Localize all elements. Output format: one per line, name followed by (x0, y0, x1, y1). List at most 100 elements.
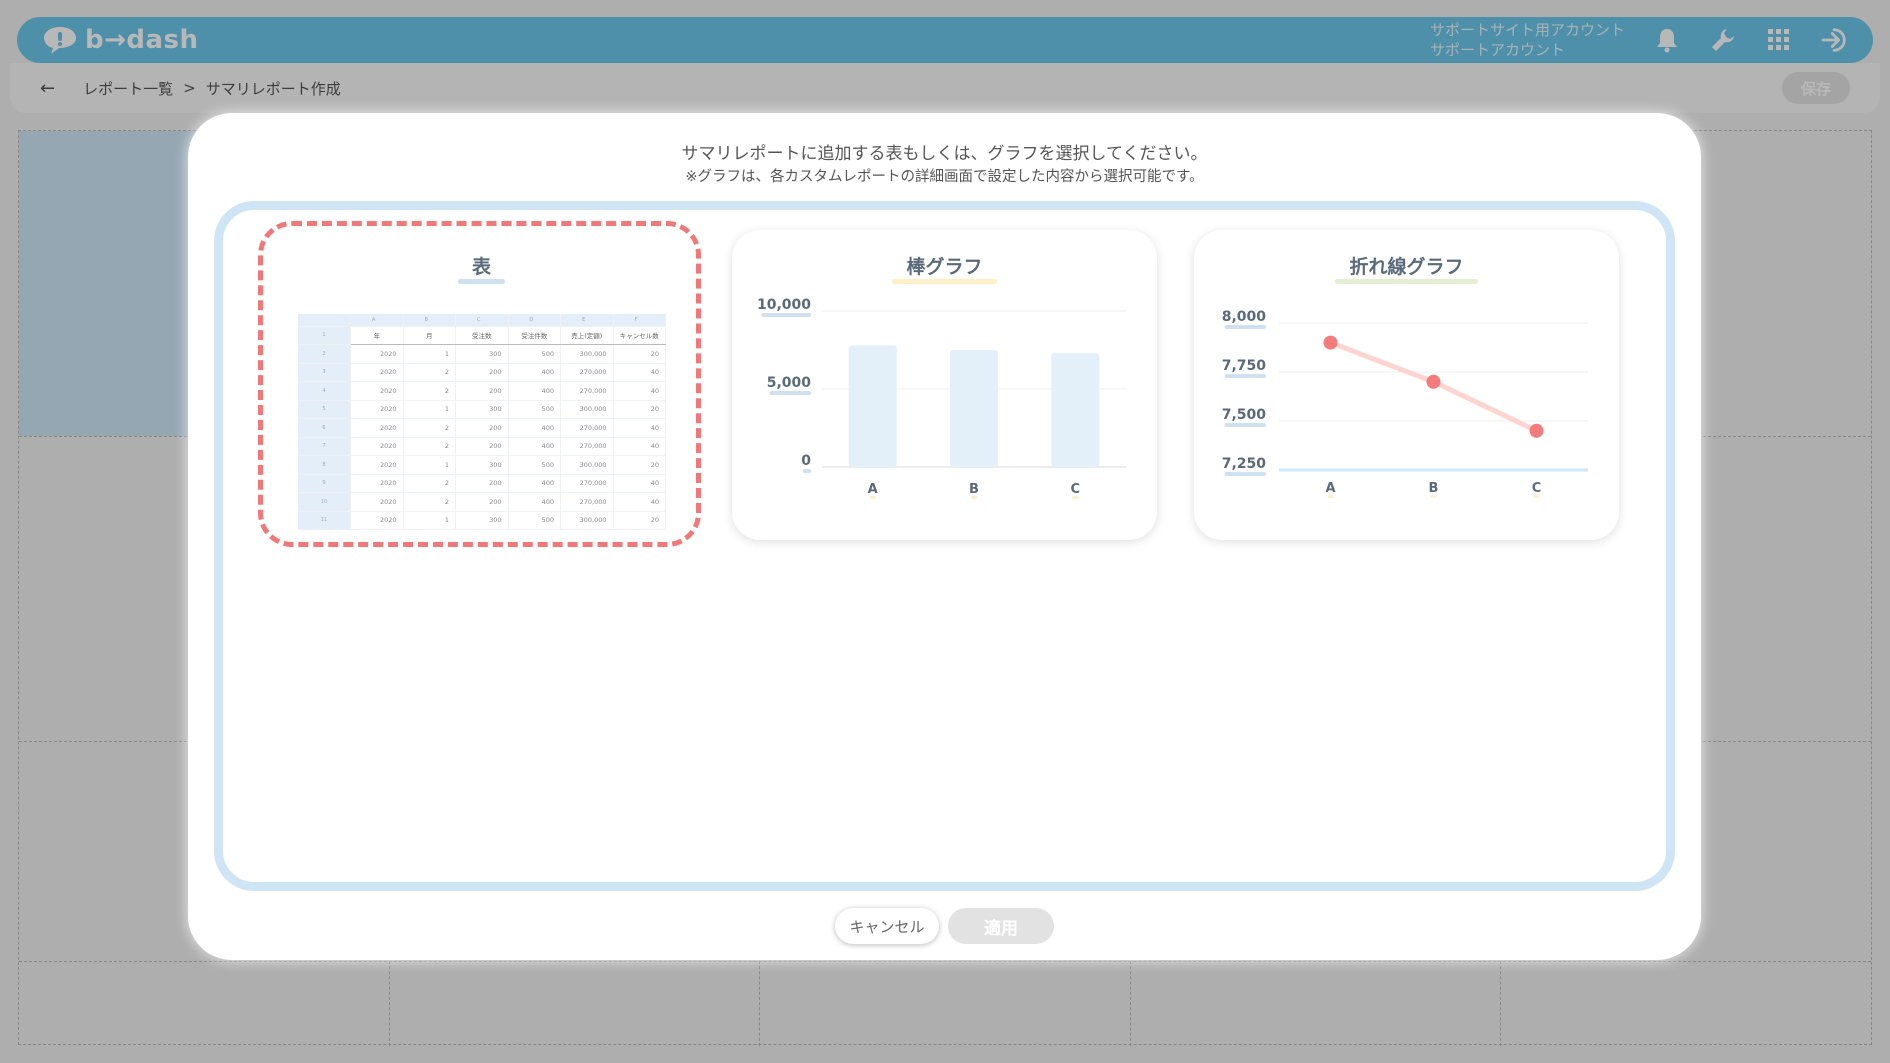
modal-message: サマリレポートに追加する表もしくは、グラフを選択してください。 (681, 144, 1208, 164)
table-cell: 400 (508, 381, 561, 401)
table-cell: 300 (455, 455, 509, 475)
table-cell: 400 (508, 492, 561, 512)
x-tick-underline (1327, 495, 1334, 498)
header-row: 1 年月受注数 受注件数 売上(定額) キャンセル数 (298, 326, 666, 345)
table-cell: 2 (403, 381, 456, 401)
table-row: 9 2020 2 200 400 270,000 40 (298, 474, 666, 493)
cancel-button[interactable]: キャンセル (835, 908, 939, 944)
y-tick-underline (1224, 325, 1266, 329)
x-tick-underline (971, 496, 977, 499)
table-cell: 2020 (350, 455, 404, 475)
table-cell: 200 (455, 381, 509, 401)
column-header: 受注件数 (508, 326, 561, 345)
table-cell: 400 (508, 437, 561, 456)
table-cell: 200 (455, 363, 509, 382)
row-number: 5 (298, 400, 351, 419)
table-cell: 270,000 (560, 437, 614, 456)
bar-chart-option-card[interactable]: 棒グラフ 0 5,000 10,000 A B C (732, 230, 1157, 540)
table-cell: 40 (613, 381, 666, 401)
table-cell: 2020 (350, 418, 404, 438)
table-cell: 2020 (350, 344, 404, 364)
table-cell: 40 (613, 363, 666, 382)
table-cell: 200 (455, 492, 509, 512)
table-cell: 270,000 (560, 363, 614, 382)
x-tick-underline (1072, 496, 1079, 499)
column-letter-row: ABCDEF (298, 314, 666, 327)
x-tick-label: A (1325, 481, 1335, 496)
data-point (1426, 374, 1441, 389)
x-tick-underline (869, 496, 876, 499)
bar (950, 350, 998, 467)
table-row: 10 2020 2 200 400 270,000 40 (298, 492, 666, 512)
y-tick-underline (761, 313, 811, 317)
table-cell: 2020 (350, 437, 404, 456)
table-row: 2 2020 1 300 500 300,000 20 (298, 344, 666, 364)
y-tick-label: 7,250 (1222, 456, 1267, 472)
row-number: 11 (298, 511, 351, 530)
table-cell: 40 (613, 437, 666, 456)
table-cell: 300,000 (560, 344, 614, 364)
table-cell: 2 (403, 492, 456, 512)
row-number: 7 (298, 437, 351, 456)
table-cell: 2020 (350, 492, 404, 512)
y-tick-underline (802, 469, 811, 473)
table-cell: 2 (403, 474, 456, 493)
table-cell: 2020 (350, 474, 404, 493)
chart-selection-area: 表 A B C D E F 1 年月受注数 受注件数 売上(定額) キャンセル数 2 2020 1 300 5… (214, 201, 1675, 891)
table-cell: 400 (508, 418, 561, 438)
x-tick-underline (1430, 495, 1437, 498)
column-header: キャンセル数 (613, 326, 666, 345)
apply-button[interactable]: 適用 (948, 908, 1054, 944)
y-tick-underline (769, 391, 811, 395)
table-cell: 270,000 (560, 492, 614, 512)
column-header: 月 (403, 326, 456, 345)
row-number: 6 (298, 418, 351, 438)
table-cell: 2020 (350, 381, 404, 401)
x-tick-label: C (1532, 481, 1542, 496)
table-cell: 2020 (350, 363, 404, 382)
table-cell: 40 (613, 474, 666, 493)
table-cell: 500 (508, 455, 561, 475)
table-cell: 1 (403, 344, 456, 364)
column-letter: D (508, 314, 561, 327)
x-tick-label: C (1071, 482, 1081, 497)
table-cell: 2020 (350, 511, 404, 530)
column-header: 受注数 (455, 326, 509, 345)
row-number: 1 (298, 326, 351, 345)
y-tick-underline (1224, 423, 1266, 427)
table-cell: 20 (613, 455, 666, 475)
y-tick-underline (1224, 374, 1266, 378)
row-number: 3 (298, 363, 351, 382)
data-point (1323, 335, 1338, 350)
table-cell: 40 (613, 492, 666, 512)
row-number: 4 (298, 381, 351, 401)
table-cell: 500 (508, 511, 561, 530)
y-tick-label: 0 (801, 453, 811, 469)
table-cell: 2 (403, 363, 456, 382)
table-cell: 1 (403, 511, 456, 530)
y-tick-label: 7,750 (1222, 358, 1267, 374)
select-chart-modal: サマリレポートに追加する表もしくは、グラフを選択してください。 ※グラフは、各カ… (188, 113, 1701, 960)
table-option-card[interactable]: 表 A B C D E F 1 年月受注数 受注件数 売上(定額) キャンセル数 2 2020 1 300 5… (268, 230, 695, 540)
line-chart-option-card[interactable]: 折れ線グラフ 7,250 7,500 7,750 8,000 A B C (1194, 230, 1619, 540)
table-cell: 200 (455, 474, 509, 493)
table-cell: 200 (455, 418, 509, 438)
table-cell: 300 (455, 511, 509, 530)
table-cell: 300,000 (560, 511, 614, 530)
table-cell: 300,000 (560, 455, 614, 475)
table-cell: 40 (613, 418, 666, 438)
table-cell: 20 (613, 344, 666, 364)
table-cell: 1 (403, 455, 456, 475)
row-number: 8 (298, 455, 351, 475)
x-tick-label: B (1429, 481, 1439, 496)
table-cell: 1 (403, 400, 456, 419)
table-row: 4 2020 2 200 400 270,000 40 (298, 381, 666, 401)
table-card-title-wrap: 表 (268, 252, 695, 279)
table-cell: 20 (613, 400, 666, 419)
column-letter (298, 314, 351, 327)
table-cell: 2020 (350, 400, 404, 419)
data-point (1529, 423, 1544, 438)
table-cell: 500 (508, 400, 561, 419)
table-row: 11 2020 1 300 500 300,000 20 (298, 511, 666, 530)
y-tick-underline (1224, 472, 1266, 476)
